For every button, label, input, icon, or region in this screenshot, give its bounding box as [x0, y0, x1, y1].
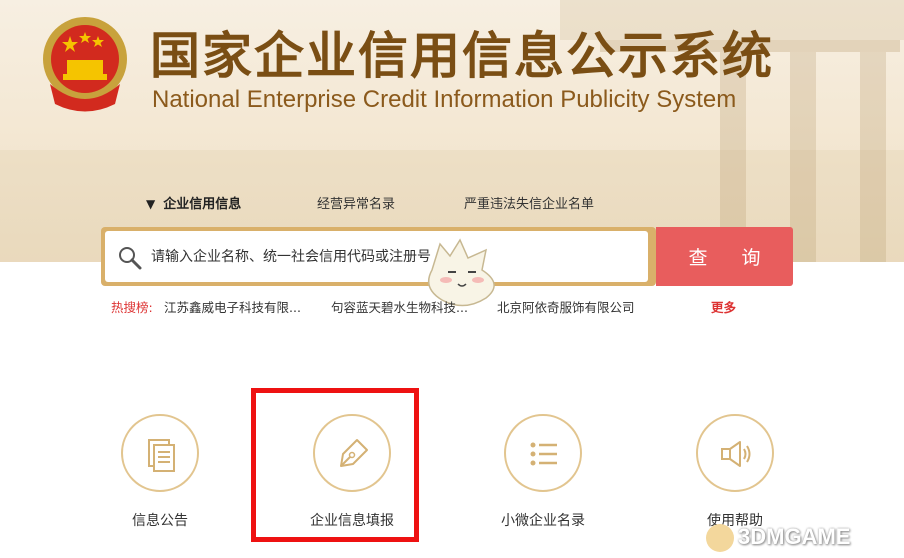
- site-title-en: National Enterprise Credit Information P…: [152, 86, 737, 113]
- feature-circle: [121, 414, 199, 492]
- header-banner: 国家企业信用信息公示系统 National Enterprise Credit …: [0, 0, 904, 262]
- triangle-down-icon: ▼: [146, 197, 156, 211]
- notice-icon: [148, 439, 175, 472]
- search-input[interactable]: [151, 245, 631, 269]
- hot-search-more-link[interactable]: 更多: [711, 297, 736, 316]
- site-title-cn: 国家企业信用信息公示系统: [150, 27, 774, 85]
- feature-info-notice[interactable]: 信息公告: [110, 414, 210, 530]
- hot-search-item[interactable]: 北京阿依奇服饰有限公司: [497, 297, 635, 316]
- tab-abnormal-operation-list[interactable]: 经营异常名录: [317, 193, 395, 212]
- tab-enterprise-credit-info[interactable]: ▼ 企业信用信息: [146, 193, 241, 212]
- search-box: [105, 231, 648, 282]
- hot-search-item[interactable]: 句容蓝天碧水生物科技...: [331, 297, 468, 316]
- query-button[interactable]: 查 询: [656, 227, 793, 286]
- speaker-icon: [721, 441, 751, 467]
- hot-search-label: 热搜榜:: [111, 300, 153, 315]
- feature-label: 小微企业名录: [501, 513, 585, 529]
- national-emblem-icon: [43, 17, 127, 112]
- list-icon: [530, 442, 557, 466]
- feature-usage-help[interactable]: 使用帮助: [685, 414, 785, 530]
- tab-serious-violation-list[interactable]: 严重违法失信企业名单: [464, 193, 594, 212]
- highlight-box: [251, 388, 419, 542]
- feature-circle: [504, 414, 582, 492]
- search-bar: [101, 227, 656, 286]
- watermark-logo-icon: [706, 524, 734, 553]
- feature-small-micro-enterprise-list[interactable]: 小微企业名录: [493, 414, 593, 530]
- watermark: 3DMGAME: [706, 524, 850, 554]
- feature-label: 信息公告: [132, 513, 188, 529]
- feature-circle: [696, 414, 774, 492]
- hot-search-item[interactable]: 江苏鑫威电子科技有限...: [164, 297, 301, 316]
- search-icon: [119, 247, 142, 270]
